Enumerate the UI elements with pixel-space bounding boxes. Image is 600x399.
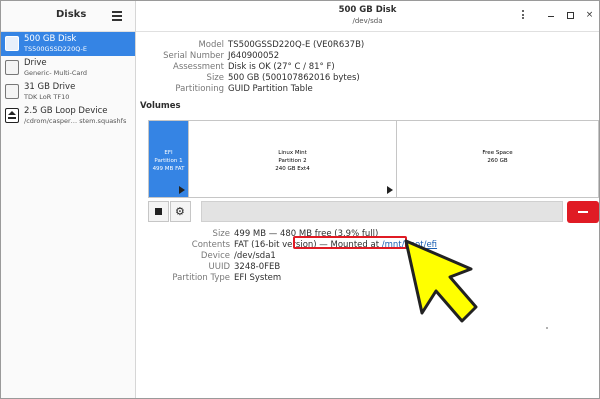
maximize-button[interactable]: [564, 9, 577, 22]
model-value: TS500GSSD220Q-E (VE0R637B): [228, 40, 365, 50]
mount-highlight-box: [293, 236, 407, 249]
play-icon: [387, 186, 393, 194]
disk-icon: [5, 84, 19, 99]
device-subtitle: TDK LoR TF10: [24, 93, 70, 101]
partition-type-value: EFI System: [234, 273, 282, 283]
disk-title: 500 GB Disk: [338, 5, 397, 15]
kebab-menu-icon[interactable]: [522, 10, 525, 21]
delete-partition-button[interactable]: [567, 201, 599, 223]
eject-icon: [5, 108, 19, 123]
uuid-label: UUID: [208, 262, 231, 272]
partition-linux-mint[interactable]: Linux Mint Partition 2 240 GB Ext4: [189, 121, 397, 197]
device-name: 31 GB Drive: [24, 82, 76, 92]
sidebar-item-loop-device[interactable]: 2.5 GB Loop Device /cdrom/casper… stem.s…: [1, 104, 135, 128]
partitioning-value: GUID Partition Table: [228, 84, 313, 94]
serial-value: J640900052: [228, 51, 280, 61]
device-name: 500 GB Disk: [24, 34, 77, 44]
stop-icon: [155, 208, 162, 215]
play-icon: [179, 186, 185, 194]
sidebar-item-500gb-disk[interactable]: 500 GB Disk TS500GSSD220Q-E: [1, 32, 135, 56]
partition-efi[interactable]: EFI Partition 1 499 MB FAT: [149, 121, 189, 197]
size-label: Size: [206, 73, 224, 83]
pointer-arrow-icon: [404, 239, 478, 323]
sidebar-title: Disks: [56, 9, 87, 20]
partition-line: Partition 2: [278, 158, 307, 164]
contents-label: Contents: [191, 240, 230, 250]
serial-label: Serial Number: [163, 51, 224, 61]
volume-toolbar: ⚙: [148, 201, 192, 222]
header-bar: 500 GB Disk /dev/sda ×: [136, 1, 599, 32]
volume-map: EFI Partition 1 499 MB FAT Linux Mint Pa…: [148, 120, 599, 198]
device-value: /dev/sda1: [234, 251, 276, 261]
minimize-button[interactable]: [545, 9, 558, 22]
device-subtitle: Generic- Multi-Card: [24, 69, 88, 77]
device-label: Device: [200, 251, 230, 261]
partition-line: Linux Mint: [278, 150, 307, 156]
disk-icon: [5, 60, 19, 75]
decorative-dot: [546, 327, 548, 329]
device-subtitle: /cdrom/casper… stem.squashfs: [24, 117, 127, 125]
device-name: 2.5 GB Loop Device: [24, 106, 108, 116]
model-label: Model: [198, 40, 224, 50]
device-name: Drive: [24, 58, 47, 68]
sidebar-item-31gb-drive[interactable]: 31 GB Drive TDK LoR TF10: [1, 80, 135, 104]
device-subtitle: TS500GSSD220Q-E: [24, 45, 87, 53]
assessment-value: Disk is OK (27° C / 81° F): [228, 62, 335, 72]
partition-type-label: Partition Type: [172, 273, 230, 283]
hamburger-menu-icon[interactable]: [112, 11, 122, 21]
free-space[interactable]: Free Space 260 GB: [397, 121, 598, 197]
size-value: 500 GB (500107862016 bytes): [228, 73, 360, 83]
close-button[interactable]: ×: [583, 9, 596, 22]
uuid-value: 3248-0FEB: [234, 262, 281, 272]
disks-window: Disks 500 GB Disk TS500GSSD220Q-E Drive …: [0, 0, 600, 399]
partition-line: 499 MB FAT: [152, 166, 185, 172]
partition-line: EFI: [164, 150, 173, 156]
size-label: Size: [212, 229, 230, 239]
volumes-heading: Volumes: [140, 101, 181, 111]
sidebar-header: Disks: [1, 1, 135, 32]
assessment-label: Assessment: [173, 62, 224, 72]
partition-line: Free Space: [482, 150, 513, 156]
partition-options-button[interactable]: ⚙: [170, 201, 191, 222]
toolbar-spacer: [201, 201, 563, 222]
unmount-button[interactable]: [148, 201, 169, 222]
sidebar: Disks 500 GB Disk TS500GSSD220Q-E Drive …: [1, 1, 136, 398]
partitioning-label: Partitioning: [175, 84, 224, 94]
disk-icon: [5, 36, 19, 51]
partition-line: 240 GB Ext4: [275, 166, 310, 172]
partition-line: 260 GB: [487, 158, 508, 164]
partition-line: Partition 1: [154, 158, 183, 164]
gear-icon: ⚙: [175, 205, 185, 218]
disk-device-path: /dev/sda: [352, 17, 383, 25]
main-pane: 500 GB Disk /dev/sda × Model TS500GSSD22…: [136, 1, 599, 398]
sidebar-item-drive[interactable]: Drive Generic- Multi-Card: [1, 56, 135, 80]
